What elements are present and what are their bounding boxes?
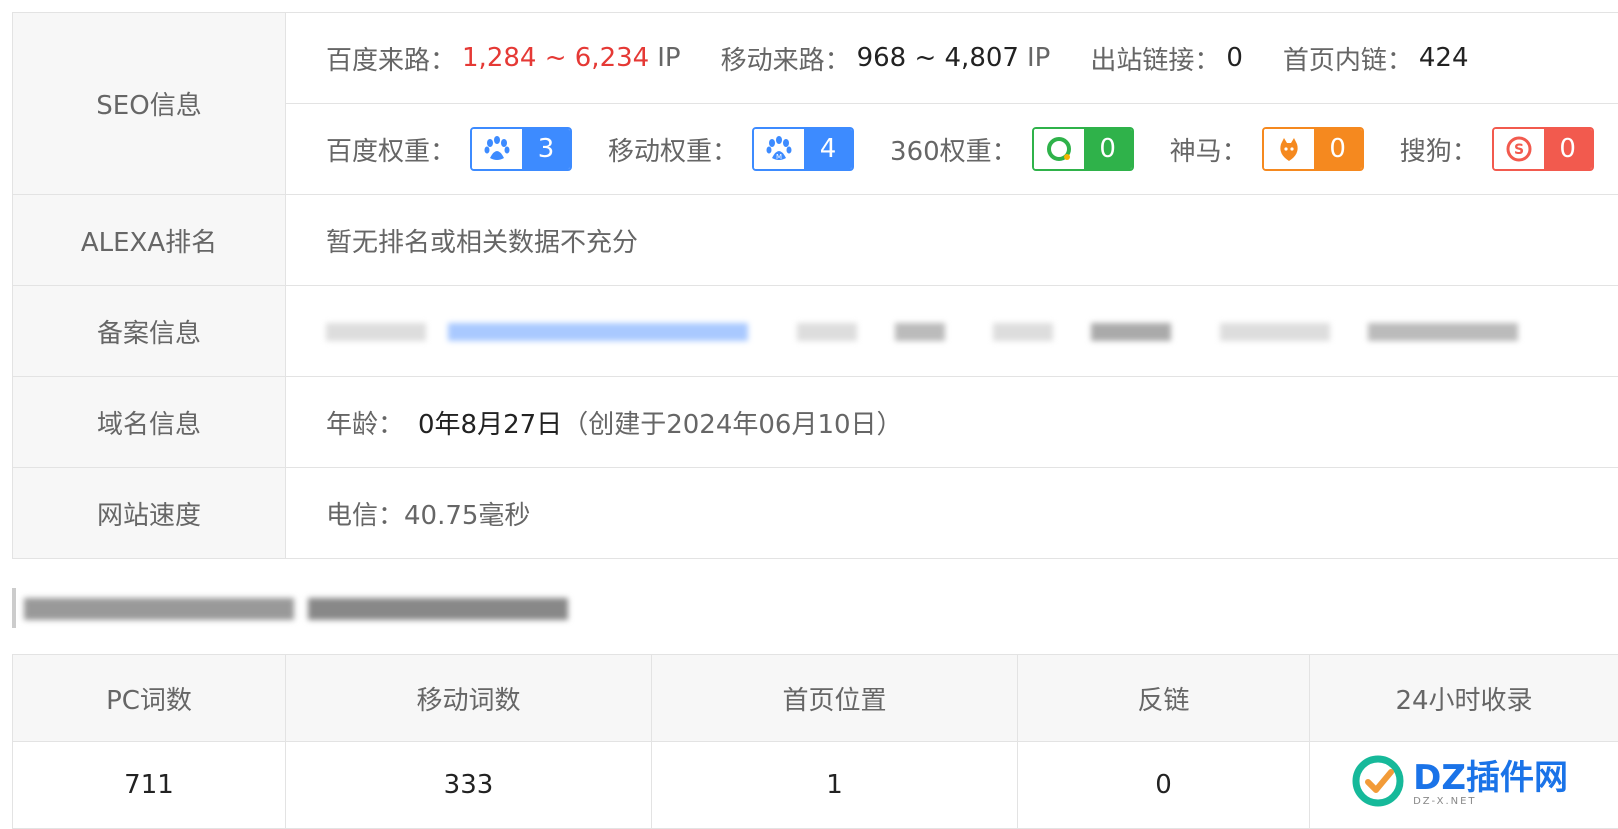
sogou-weight-value: 0 — [1544, 129, 1592, 169]
sogou-icon: S — [1494, 129, 1544, 169]
shenma-weight-badge[interactable]: 0 — [1262, 127, 1364, 171]
360-weight-badge[interactable]: 0 — [1032, 127, 1134, 171]
sogou-weight-badge[interactable]: S 0 — [1492, 127, 1594, 171]
seo-traffic-line: 百度来路： 1,284 ~ 6,234 IP 移动来路： 968 ~ 4,807… — [286, 13, 1618, 103]
speed-value: 电信：40.75毫秒 — [286, 468, 1618, 558]
domain-age-value: 0年8月27日 — [418, 404, 562, 441]
alexa-label: ALEXA排名 — [13, 195, 286, 285]
domain-created-date: （创建于2024年06月10日） — [562, 404, 902, 441]
site-info-table: SEO信息 百度来路： 1,284 ~ 6,234 IP 移动来路： 968 ~… — [12, 12, 1618, 559]
baidu-weight-value: 3 — [522, 129, 570, 169]
icp-info-blurred — [286, 286, 1618, 376]
360-weight-value: 0 — [1084, 129, 1132, 169]
seo-label: SEO信息 — [13, 13, 286, 194]
mobile-traffic-value: 968 ~ 4,807 — [857, 43, 1019, 73]
alexa-row: ALEXA排名 暂无排名或相关数据不充分 — [13, 195, 1618, 286]
baidu-traffic-value: 1,284 ~ 6,234 — [462, 43, 649, 73]
shenma-weight-value: 0 — [1314, 129, 1362, 169]
homepage-position-header: 首页位置 — [652, 655, 1018, 742]
svg-text:M: M — [776, 153, 782, 161]
mobile-weight-label: 移动权重： — [608, 131, 738, 168]
baidu-traffic-unit: IP — [657, 43, 680, 73]
seo-weights-line: 百度权重： 3 移动权重： M 4 360权重： — [286, 103, 1618, 194]
watermark-sub-text: DZ-X.NET — [1413, 796, 1476, 807]
speed-label: 网站速度 — [13, 468, 286, 558]
watermark-main-text: DZ插件网 — [1413, 760, 1568, 796]
stats-header-row: PC词数 移动词数 首页位置 反链 24小时收录 — [13, 655, 1618, 742]
shenma-weight-label: 神马： — [1170, 131, 1248, 168]
domain-row: 域名信息 年龄： 0年8月27日 （创建于2024年06月10日） — [13, 377, 1618, 468]
watermark-logo-icon — [1351, 754, 1405, 812]
icp-row: 备案信息 — [13, 286, 1618, 377]
svg-text:S: S — [1514, 142, 1524, 158]
backlinks-value[interactable]: 0 — [1018, 742, 1310, 829]
baidu-traffic-label: 百度来路： — [326, 40, 456, 77]
homepage-position-value[interactable]: 1 — [652, 742, 1018, 829]
icp-redacted-content — [326, 316, 1518, 346]
indexed-24h-header: 24小时收录 — [1310, 655, 1618, 742]
section-title-blurred — [12, 588, 568, 628]
seo-row: SEO信息 百度来路： 1,284 ~ 6,234 IP 移动来路： 968 ~… — [13, 13, 1618, 195]
mobile-keywords-header: 移动词数 — [286, 655, 652, 742]
mobile-weight-badge[interactable]: M 4 — [752, 127, 854, 171]
paw-mobile-icon: M — [754, 129, 804, 169]
360-weight-label: 360权重： — [890, 131, 1018, 168]
domain-label: 域名信息 — [13, 377, 286, 467]
domain-info-line: 年龄： 0年8月27日 （创建于2024年06月10日） — [286, 377, 1618, 467]
pc-keywords-value[interactable]: 711 — [13, 742, 286, 829]
mobile-traffic-unit: IP — [1027, 43, 1050, 73]
baidu-weight-badge[interactable]: 3 — [470, 127, 572, 171]
mobile-traffic-label: 移动来路： — [721, 40, 851, 77]
paw-icon — [472, 129, 522, 169]
domain-age-label: 年龄： — [326, 404, 404, 441]
speed-row: 网站速度 电信：40.75毫秒 — [13, 468, 1618, 559]
internal-links-value: 424 — [1419, 43, 1469, 73]
alexa-value: 暂无排名或相关数据不充分 — [286, 195, 1618, 285]
baidu-weight-label: 百度权重： — [326, 131, 456, 168]
mobile-weight-value: 4 — [804, 129, 852, 169]
icp-label: 备案信息 — [13, 286, 286, 376]
mobile-keywords-value[interactable]: 333 — [286, 742, 652, 829]
section-title-redacted — [24, 593, 568, 623]
outbound-links-label: 出站链接： — [1090, 40, 1220, 77]
internal-links-label: 首页内链： — [1283, 40, 1413, 77]
sogou-weight-label: 搜狗： — [1400, 131, 1478, 168]
shenma-icon — [1264, 129, 1314, 169]
outbound-links-value: 0 — [1226, 43, 1243, 73]
backlinks-header: 反链 — [1018, 655, 1310, 742]
pc-keywords-header: PC词数 — [13, 655, 286, 742]
watermark: DZ插件网 DZ-X.NET — [1351, 754, 1568, 812]
360-icon — [1034, 129, 1084, 169]
